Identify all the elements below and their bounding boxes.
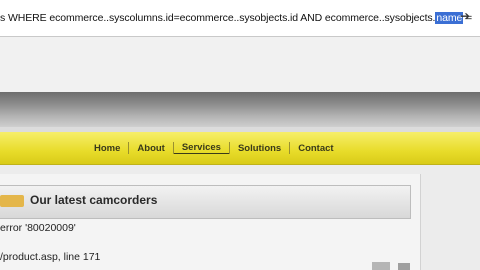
nav-item-contact[interactable]: Contact	[290, 143, 341, 154]
footer-image	[398, 263, 410, 270]
nav-item-about[interactable]: About	[129, 143, 172, 154]
error-message: error '80020009'	[0, 222, 76, 234]
nav-item-services[interactable]: Services	[173, 142, 229, 154]
arrow-right-icon[interactable]: ➔	[460, 9, 470, 23]
error-location: /product.asp, line 171	[0, 251, 101, 263]
page-top-area	[0, 37, 480, 92]
url-field[interactable]: s WHERE ecommerce..syscolumns.id=ecommer…	[0, 10, 472, 26]
nav-items: Home About Services Solutions Contact	[86, 140, 342, 156]
section-title: Our latest camcorders	[30, 193, 158, 207]
nav-item-solutions[interactable]: Solutions	[230, 143, 289, 154]
url-text-prefix: s WHERE ecommerce..syscolumns.id=ecommer…	[0, 12, 436, 24]
nav-item-home[interactable]: Home	[86, 143, 128, 154]
folder-icon	[0, 195, 24, 207]
main-nav: Home About Services Solutions Contact	[0, 132, 480, 165]
header-band	[0, 92, 480, 127]
footer-image	[372, 262, 390, 270]
address-bar[interactable]: s WHERE ecommerce..syscolumns.id=ecommer…	[0, 0, 480, 37]
